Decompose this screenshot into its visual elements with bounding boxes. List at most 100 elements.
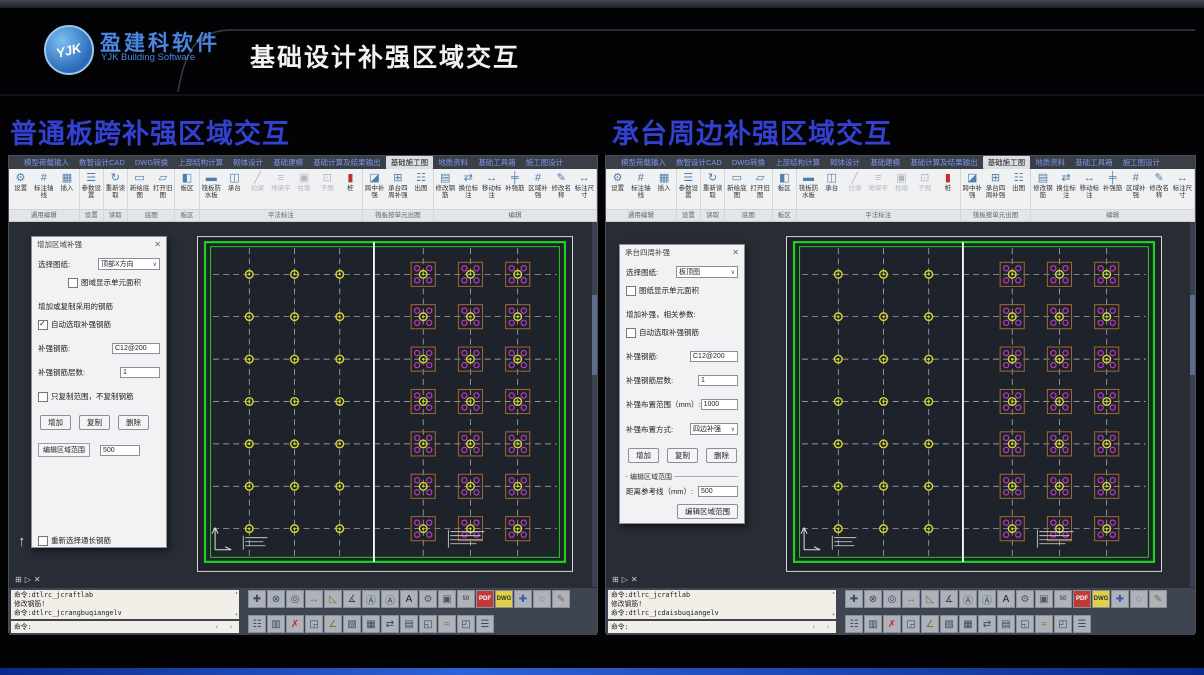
scroll-down-icon[interactable]: ▾: [832, 613, 835, 618]
scroll-up-icon[interactable]: ▴: [832, 591, 835, 596]
drawing-canvas[interactable]: [197, 236, 573, 572]
ribbon-button[interactable]: ↔标注尺寸: [1171, 172, 1194, 199]
list-icon[interactable]: ☰: [476, 615, 494, 633]
command-prompt[interactable]: 命令:‹ ›: [11, 621, 239, 633]
tab-6[interactable]: 基础建模: [268, 156, 308, 169]
text-style-icon[interactable]: Ⓐ: [362, 590, 380, 608]
node-select-icon[interactable]: ◌: [533, 590, 551, 608]
tab-9[interactable]: 地质资料: [433, 156, 473, 169]
command-history[interactable]: 命令:dtlrc_jcraftlab修改钢筋!命令:dtlrc_jcdaisbu…: [608, 590, 836, 619]
grid-icon[interactable]: ⊞: [15, 575, 22, 584]
text-input[interactable]: C12@200: [112, 343, 160, 354]
ribbon-button[interactable]: ☰参数设置: [80, 172, 103, 199]
ribbon-button[interactable]: ☷出图: [1007, 172, 1030, 192]
tab-2[interactable]: 数智设计CAD: [671, 156, 727, 169]
text-style-icon[interactable]: Ⓐ: [959, 590, 977, 608]
checkbox[interactable]: [38, 536, 48, 546]
text-input[interactable]: 1000: [701, 399, 738, 410]
tab-2[interactable]: 数智设计CAD: [74, 156, 130, 169]
move-icon[interactable]: ✚: [514, 590, 532, 608]
zoom-extents-icon[interactable]: ⊗: [864, 590, 882, 608]
plot-icon[interactable]: ☷: [248, 615, 266, 633]
wrench-icon[interactable]: ⚙: [1016, 590, 1034, 608]
ribbon-button[interactable]: ◫承台: [223, 172, 246, 192]
play-icon[interactable]: ▷: [622, 575, 628, 584]
ribbon-button[interactable]: ≡地梁平: [867, 172, 890, 192]
tab-3[interactable]: DWG转换: [727, 156, 770, 169]
swap-icon[interactable]: ⇄: [978, 615, 996, 633]
ribbon-button[interactable]: ⇄换位标注: [1055, 172, 1078, 199]
text-frame-icon[interactable]: Ⓐ: [978, 590, 996, 608]
select-window-icon[interactable]: ◱: [419, 615, 437, 633]
layers-icon[interactable]: ▤: [400, 615, 418, 633]
ribbon-button[interactable]: ⊡子图: [913, 172, 936, 192]
ribbon-button[interactable]: ╱拉梁: [246, 172, 269, 192]
delete-button[interactable]: 删除: [118, 415, 149, 430]
ribbon-button[interactable]: ⇄换位标注: [457, 172, 480, 199]
add-button[interactable]: 增加: [628, 448, 659, 463]
angle-dim-icon[interactable]: ∡: [940, 590, 958, 608]
plot-icon[interactable]: ☷: [845, 615, 863, 633]
ribbon-button[interactable]: ↻重新读取: [104, 172, 127, 199]
swap-icon[interactable]: ⇄: [381, 615, 399, 633]
node-select-icon[interactable]: ◌: [1130, 590, 1148, 608]
command-prompt[interactable]: 命令:‹ ›: [608, 621, 836, 633]
measure-icon[interactable]: ↔: [305, 590, 323, 608]
tab-4[interactable]: 上部结构计算: [173, 156, 228, 169]
sketch-icon[interactable]: ✎: [1149, 590, 1167, 608]
tab-8[interactable]: 基础施工图: [983, 156, 1031, 169]
ribbon-button[interactable]: ⊞承台四周补强: [386, 172, 409, 199]
list-icon[interactable]: ☰: [1073, 615, 1091, 633]
play-icon[interactable]: ▷: [25, 575, 31, 584]
dwg-export-icon[interactable]: DWG: [1092, 590, 1110, 608]
polyline-icon[interactable]: ≈: [438, 615, 456, 633]
text-frame-icon[interactable]: Ⓐ: [381, 590, 399, 608]
layers-icon[interactable]: ▤: [997, 615, 1015, 633]
paste-icon[interactable]: ▧: [940, 615, 958, 633]
ribbon-button[interactable]: ▦插入: [55, 172, 78, 192]
tab-1[interactable]: 模型荷载输入: [19, 156, 74, 169]
move-icon[interactable]: ✚: [1111, 590, 1129, 608]
range-input[interactable]: 500: [100, 445, 140, 456]
scrollbar-thumb[interactable]: [592, 295, 597, 375]
ribbon-button[interactable]: ▮桩: [339, 172, 362, 192]
save-sheet-icon[interactable]: ◲: [902, 615, 920, 633]
ribbon-button[interactable]: ◧板区: [773, 172, 796, 192]
tab-11[interactable]: 施工图设计: [521, 156, 569, 169]
erase-icon[interactable]: ✗: [883, 615, 901, 633]
copy-button[interactable]: 复制: [667, 448, 698, 463]
zoom-window-icon[interactable]: ◎: [286, 590, 304, 608]
checkbox[interactable]: [68, 278, 78, 288]
scrollbar-thumb[interactable]: [1190, 295, 1195, 375]
angle-dim-icon[interactable]: ∡: [343, 590, 361, 608]
ribbon-button[interactable]: ⊞承台四周补强: [984, 172, 1007, 199]
text-input[interactable]: 500: [698, 486, 738, 497]
ribbon-button[interactable]: ◧板区: [175, 172, 198, 192]
viewport-icon[interactable]: ◰: [1054, 615, 1072, 633]
ribbon-button[interactable]: ◫承台: [820, 172, 843, 192]
checkbox[interactable]: [626, 328, 636, 338]
close-mark-icon[interactable]: ✕: [34, 575, 41, 584]
vertex-icon[interactable]: ∠: [324, 615, 342, 633]
table-icon[interactable]: ▦: [362, 615, 380, 633]
vertical-scrollbar[interactable]: [1190, 222, 1195, 587]
ribbon-button[interactable]: ↻重新读取: [701, 172, 724, 199]
ribbon-button[interactable]: ◪跨中补强: [961, 172, 984, 199]
ribbon-button[interactable]: ☰参数设置: [677, 172, 700, 199]
dropdown[interactable]: 顶部X方向∨: [98, 258, 160, 270]
ribbon-button[interactable]: ⚙设置: [606, 172, 629, 192]
ribbon-button[interactable]: #标注轴线: [32, 172, 55, 199]
ribbon-button[interactable]: ✎修改名称: [1147, 172, 1170, 199]
text-input[interactable]: 1: [120, 367, 160, 378]
pan-icon[interactable]: ✚: [248, 590, 266, 608]
ribbon-button[interactable]: ▤修改钢筋: [434, 172, 457, 199]
ribbon-button[interactable]: ▱打开旧图: [151, 172, 174, 199]
polyline-icon[interactable]: ≈: [1035, 615, 1053, 633]
ribbon-button[interactable]: ◪跨中补强: [363, 172, 386, 199]
tab-6[interactable]: 基础建模: [865, 156, 905, 169]
ribbon-button[interactable]: ╪补强筋: [1101, 172, 1124, 192]
ribbon-button[interactable]: ▬筏板防水板: [200, 172, 223, 199]
hscroll-arrows-icon[interactable]: ‹ ›: [812, 621, 833, 633]
text-icon[interactable]: A: [997, 590, 1015, 608]
dwg-export-icon[interactable]: DWG: [495, 590, 513, 608]
